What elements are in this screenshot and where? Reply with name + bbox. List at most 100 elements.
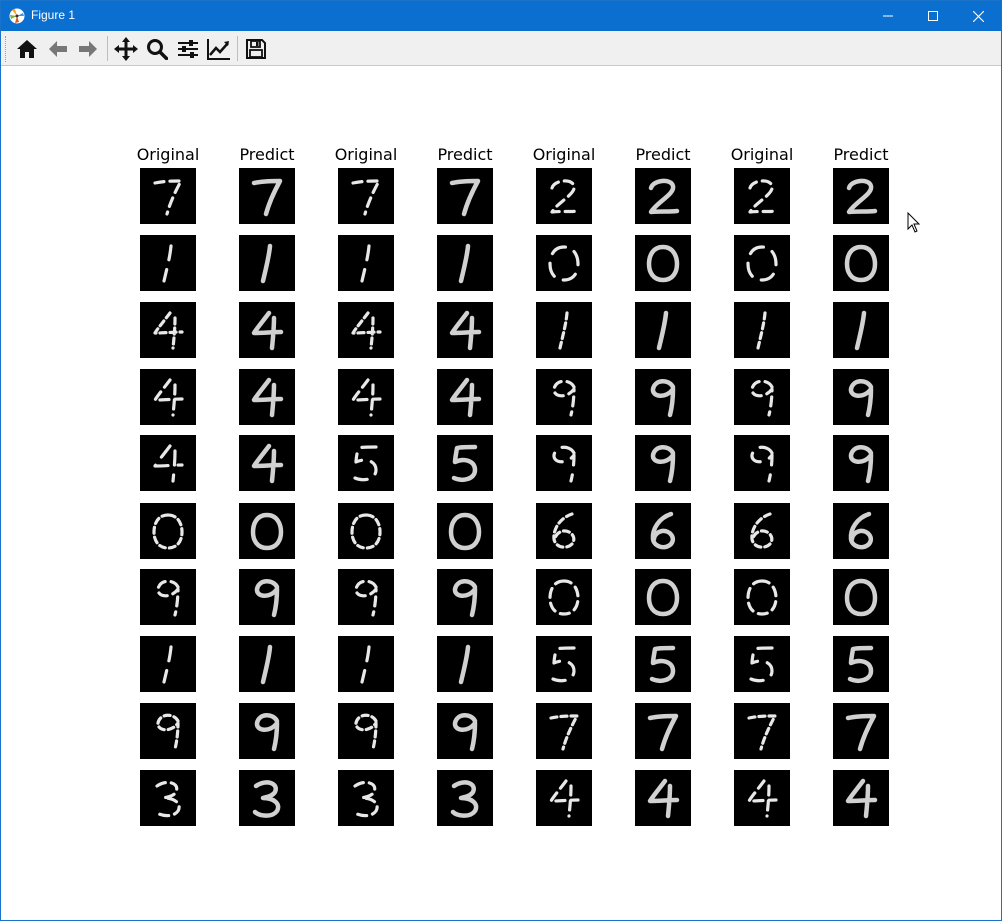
original-digit-image bbox=[536, 369, 592, 425]
predicted-digit-image bbox=[635, 636, 691, 692]
original-digit-image bbox=[338, 235, 394, 291]
configure-subplots-button[interactable] bbox=[173, 34, 203, 63]
original-digit-image bbox=[338, 703, 394, 759]
maximize-button[interactable] bbox=[910, 1, 956, 31]
predicted-digit-image bbox=[635, 770, 691, 826]
predicted-digit-image bbox=[437, 703, 493, 759]
pan-button[interactable] bbox=[111, 34, 141, 63]
predicted-digit-image bbox=[437, 636, 493, 692]
save-button[interactable] bbox=[241, 34, 271, 63]
original-digit-image bbox=[338, 369, 394, 425]
predicted-digit-image bbox=[239, 369, 295, 425]
original-digit-image bbox=[536, 503, 592, 559]
predicted-digit-image bbox=[437, 435, 493, 491]
original-digit-image bbox=[140, 369, 196, 425]
close-button[interactable] bbox=[955, 1, 1001, 31]
predicted-digit-image bbox=[437, 168, 493, 224]
arrow-left-icon bbox=[49, 40, 67, 57]
close-icon bbox=[972, 10, 984, 22]
title-bar[interactable]: Figure 1 bbox=[1, 1, 1001, 31]
figure-canvas[interactable]: Original Predict Original Predict Original Pr… bbox=[1, 67, 1001, 920]
back-button[interactable] bbox=[43, 34, 73, 63]
predicted-digit-image bbox=[437, 235, 493, 291]
predicted-digit-image bbox=[635, 302, 691, 358]
predicted-digit-image bbox=[833, 369, 889, 425]
predicted-digit-image bbox=[239, 770, 295, 826]
original-digit-image bbox=[536, 703, 592, 759]
toolbar-separator bbox=[237, 36, 238, 61]
original-digit-image bbox=[734, 703, 790, 759]
original-digit-image bbox=[734, 369, 790, 425]
predicted-digit-image bbox=[239, 703, 295, 759]
window-title: Figure 1 bbox=[31, 8, 76, 22]
original-digit-image bbox=[338, 770, 394, 826]
predicted-digit-image bbox=[833, 435, 889, 491]
predicted-digit-image bbox=[437, 302, 493, 358]
original-digit-image bbox=[536, 168, 592, 224]
original-digit-image bbox=[536, 770, 592, 826]
predicted-digit-image bbox=[437, 770, 493, 826]
move-icon bbox=[114, 36, 138, 61]
original-digit-image bbox=[338, 636, 394, 692]
forward-button[interactable] bbox=[73, 34, 103, 63]
original-digit-image bbox=[140, 703, 196, 759]
predicted-digit-image bbox=[239, 435, 295, 491]
magnifier-icon bbox=[147, 38, 168, 60]
original-digit-image bbox=[338, 168, 394, 224]
original-digit-image bbox=[734, 235, 790, 291]
predicted-digit-image bbox=[437, 369, 493, 425]
matplotlib-icon bbox=[9, 8, 25, 24]
original-digit-image bbox=[734, 503, 790, 559]
navigation-toolbar bbox=[1, 31, 1001, 66]
figure-window: Figure 1 Original Predict Original Predi… bbox=[0, 0, 1002, 921]
floppy-disk-icon bbox=[246, 38, 266, 59]
toolbar-separator bbox=[107, 36, 108, 61]
edit-axes-button[interactable] bbox=[204, 34, 234, 63]
predicted-digit-image bbox=[239, 569, 295, 625]
predicted-digit-image bbox=[437, 503, 493, 559]
predicted-digit-image bbox=[833, 770, 889, 826]
predicted-digit-image bbox=[833, 503, 889, 559]
original-digit-image bbox=[536, 569, 592, 625]
original-digit-image bbox=[140, 770, 196, 826]
original-digit-image bbox=[140, 235, 196, 291]
original-digit-image bbox=[338, 435, 394, 491]
predicted-digit-image bbox=[239, 503, 295, 559]
original-digit-image bbox=[734, 770, 790, 826]
predicted-digit-image bbox=[239, 636, 295, 692]
toolbar-grip[interactable] bbox=[5, 36, 8, 62]
predicted-digit-image bbox=[635, 569, 691, 625]
original-digit-image bbox=[536, 302, 592, 358]
predicted-digit-image bbox=[833, 235, 889, 291]
original-digit-image bbox=[338, 302, 394, 358]
original-digit-image bbox=[140, 435, 196, 491]
original-digit-image bbox=[338, 503, 394, 559]
home-button[interactable] bbox=[12, 34, 42, 63]
predicted-digit-image bbox=[833, 569, 889, 625]
predicted-digit-image bbox=[239, 235, 295, 291]
original-digit-image bbox=[140, 168, 196, 224]
maximize-icon bbox=[928, 11, 938, 21]
zoom-button[interactable] bbox=[142, 34, 172, 63]
minimize-button[interactable] bbox=[865, 1, 911, 31]
minimize-icon bbox=[883, 15, 893, 17]
arrow-right-icon bbox=[79, 40, 97, 57]
original-digit-image bbox=[536, 435, 592, 491]
original-digit-image bbox=[734, 435, 790, 491]
sliders-icon bbox=[178, 39, 198, 58]
predicted-digit-image bbox=[239, 302, 295, 358]
predicted-digit-image bbox=[635, 168, 691, 224]
original-digit-image bbox=[140, 569, 196, 625]
original-digit-image bbox=[140, 636, 196, 692]
predicted-digit-image bbox=[635, 703, 691, 759]
predicted-digit-image bbox=[635, 435, 691, 491]
original-digit-image bbox=[734, 569, 790, 625]
original-digit-image bbox=[536, 636, 592, 692]
original-digit-image bbox=[338, 569, 394, 625]
mouse-cursor-icon bbox=[907, 211, 921, 234]
predicted-digit-image bbox=[833, 168, 889, 224]
predicted-digit-image bbox=[833, 703, 889, 759]
predicted-digit-image bbox=[635, 235, 691, 291]
home-icon bbox=[17, 39, 37, 58]
predicted-digit-image bbox=[833, 302, 889, 358]
